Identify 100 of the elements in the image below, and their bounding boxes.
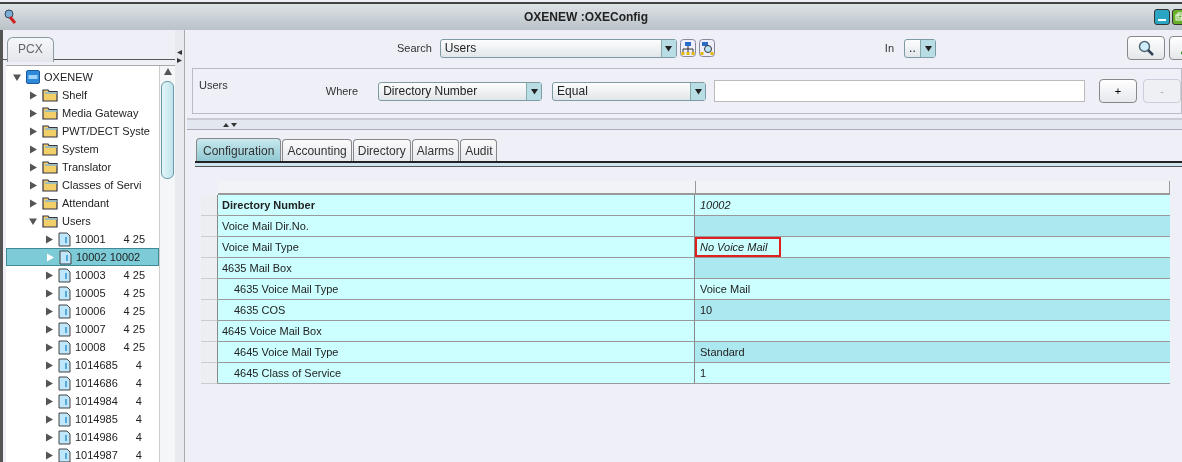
row-header[interactable] <box>201 216 218 237</box>
document-icon <box>58 357 71 373</box>
tree-item-detail: 4 25 <box>123 287 145 299</box>
tree-item-label: 10001 <box>75 233 106 245</box>
folder-icon <box>42 160 58 174</box>
panel-tab[interactable]: PCX <box>7 37 54 62</box>
tree-item-label: 10007 <box>75 323 106 335</box>
tree-item-label: 10006 <box>75 305 106 317</box>
folder-icon <box>42 142 58 156</box>
row-header[interactable] <box>201 321 218 342</box>
tree-item-detail: 4 25 <box>123 341 145 353</box>
document-icon <box>59 249 72 265</box>
tree-item[interactable]: PWT/DECT Syste <box>6 122 159 140</box>
tree-item[interactable]: Classes of Servi <box>6 176 159 194</box>
folder-icon <box>42 178 58 192</box>
row-header[interactable] <box>201 237 218 258</box>
tree-item[interactable]: 10008 4 25 <box>6 338 159 356</box>
scrollbar[interactable] <box>159 66 175 462</box>
tree-item[interactable]: Shelf <box>6 86 159 104</box>
network-search-icon[interactable] <box>698 39 715 57</box>
tree-item[interactable]: 1014685 4 <box>6 356 159 374</box>
collapse-arrow-icon[interactable] <box>12 72 22 82</box>
tree-item-detail: 4 <box>135 449 142 461</box>
row-header[interactable] <box>201 195 218 216</box>
document-icon <box>58 303 71 319</box>
tree-item[interactable]: 10001 4 25 <box>6 230 159 248</box>
tree-item[interactable]: 10006 4 25 <box>6 302 159 320</box>
scroll-up-arrow-icon[interactable] <box>163 68 172 75</box>
cell-value: 10 <box>699 303 714 318</box>
tree-item-label: Media Gateway <box>62 107 139 119</box>
search-icon <box>1138 40 1154 56</box>
field-dropdown[interactable]: Directory Number <box>378 81 543 101</box>
table-cell: Voice Mail Type <box>218 237 695 258</box>
value-field[interactable] <box>714 80 1085 102</box>
tab[interactable]: Configuration <box>196 138 282 161</box>
tree-item[interactable]: System <box>6 140 159 158</box>
tree-item[interactable]: Attendant <box>6 194 159 212</box>
row-header[interactable] <box>201 363 218 384</box>
tree-item-detail: 4 25 <box>123 323 145 335</box>
document-icon <box>58 267 71 283</box>
tab[interactable]: Directory <box>352 139 411 161</box>
tree-item[interactable]: 1014986 4 <box>6 428 159 446</box>
tree-item[interactable]: 1014984 4 <box>6 392 159 410</box>
document-icon <box>58 411 71 427</box>
row-header[interactable] <box>201 279 218 300</box>
scroll-thumb[interactable] <box>161 81 174 179</box>
cell-value: 1 <box>699 366 708 381</box>
tree-item-label: Users <box>62 215 91 227</box>
tree-item-label: Classes of Servi <box>62 179 142 191</box>
tab[interactable]: Accounting <box>282 139 352 161</box>
row-header[interactable] <box>201 342 218 363</box>
cell-value: Voice Mail <box>699 282 752 297</box>
tree-item-label: OXENEW <box>44 71 93 83</box>
tree-item[interactable]: 10005 4 25 <box>6 284 159 302</box>
tree-item-label: System <box>62 143 99 155</box>
row-header[interactable] <box>201 258 218 279</box>
document-icon <box>58 285 71 301</box>
up-down-arrows-icon[interactable] <box>223 122 237 127</box>
cell-value: 10002 <box>699 198 732 213</box>
document-icon <box>58 393 71 409</box>
minimize-button[interactable] <box>1154 9 1170 25</box>
tree-item[interactable]: 10007 4 25 <box>6 320 159 338</box>
table-cell: 4635 Voice Mail Type <box>218 279 695 300</box>
tree-item-detail: 4 <box>135 431 142 443</box>
tree-item[interactable]: 10003 4 25 <box>6 266 159 284</box>
tree-item[interactable]: 1014985 4 <box>6 410 159 428</box>
folder-icon <box>42 88 58 102</box>
tree-item[interactable]: Users <box>6 212 159 230</box>
tree-item[interactable]: 1014987 4 <box>6 446 159 462</box>
search-dropdown[interactable]: Users <box>439 38 677 58</box>
operator-dropdown[interactable]: Equal <box>552 81 707 101</box>
tree-item-label: Translator <box>62 161 112 173</box>
document-icon <box>58 429 71 445</box>
tree-item-label: Attendant <box>62 197 110 209</box>
table-cell: 4635 COS <box>218 300 695 321</box>
dropdown-arrow-icon <box>665 44 673 52</box>
document-icon <box>58 321 71 337</box>
network-icon[interactable] <box>679 39 696 57</box>
search-button[interactable] <box>1127 36 1165 60</box>
collapse-arrow-icon[interactable] <box>28 216 38 226</box>
tree-item[interactable]: 10002 10002 <box>6 248 159 266</box>
table-cell: Voice Mail Dir.No. <box>218 216 695 237</box>
in-dropdown[interactable]: .. <box>904 38 937 58</box>
tab[interactable]: Alarms <box>411 139 460 161</box>
table-cell: 4645 Class of Service <box>218 363 695 384</box>
tree-item[interactable]: OXENEW <box>6 68 159 86</box>
tree-item[interactable]: Media Gateway <box>6 104 159 122</box>
tree-item-label: 1014686 <box>75 377 118 389</box>
cell-value: Standard <box>699 345 746 360</box>
tree-item[interactable]: 1014686 4 <box>6 374 159 392</box>
tree-item-label: 10005 <box>75 287 106 299</box>
tree-item[interactable]: Translator <box>6 158 159 176</box>
folder-icon <box>42 124 58 138</box>
tab[interactable]: Audit <box>460 139 498 161</box>
server-icon <box>26 70 40 84</box>
row-header[interactable] <box>201 300 218 321</box>
add-button[interactable]: + <box>1099 79 1137 103</box>
table-cell: Directory Number <box>218 195 695 216</box>
collapse-arrows-icon[interactable] <box>177 50 182 64</box>
tree-item-label: Shelf <box>62 89 88 101</box>
